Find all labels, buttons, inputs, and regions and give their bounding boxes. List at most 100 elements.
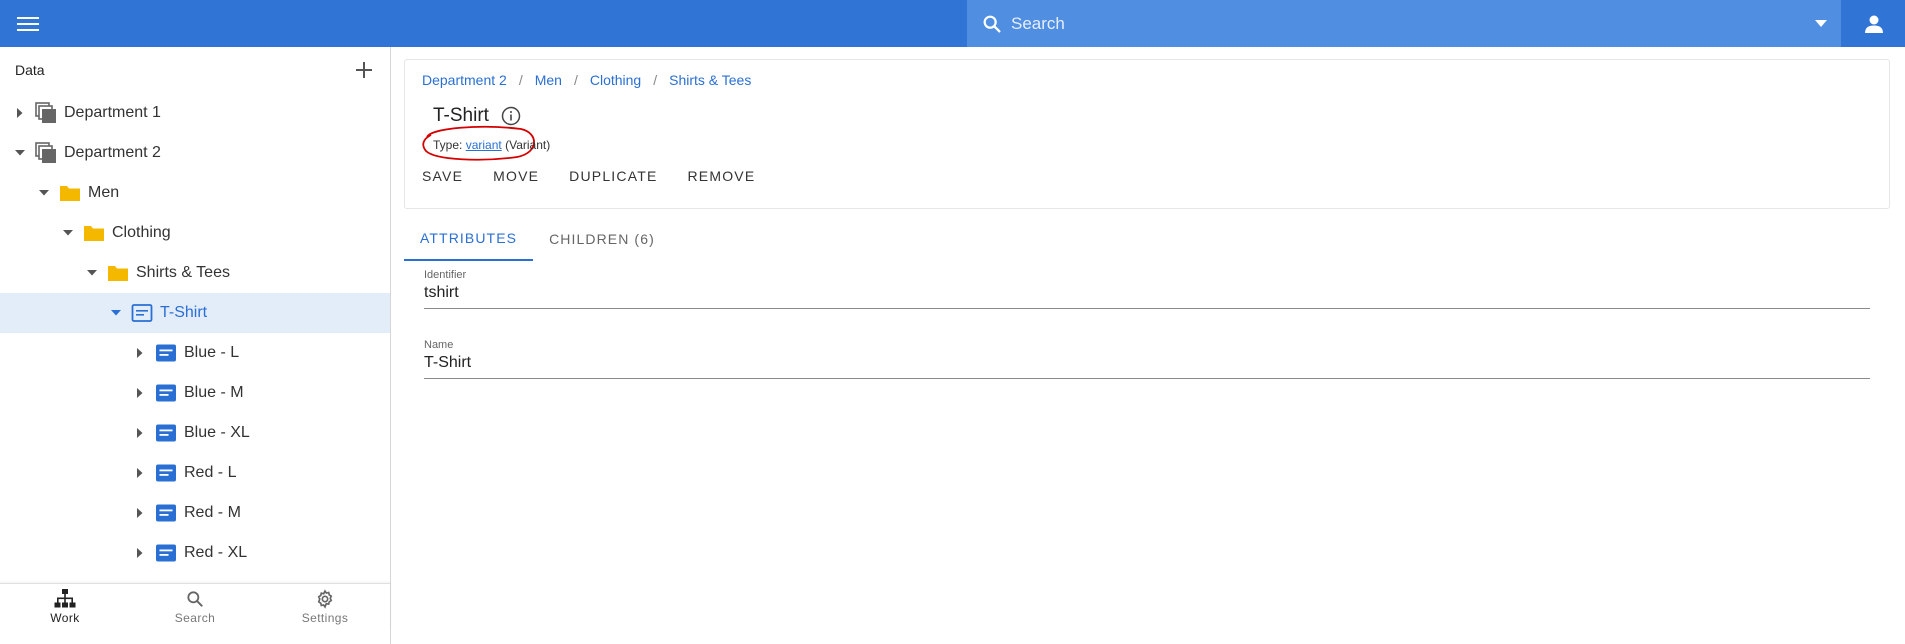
add-icon[interactable] [352,58,376,82]
tab-bar: ATTRIBUTES CHILDREN (6) [404,217,671,261]
name-field[interactable]: Name T-Shirt [424,339,1870,379]
name-value[interactable]: T-Shirt [424,354,1870,378]
gear-icon [317,588,333,609]
tree-item-label: Department 1 [64,104,161,121]
caret-right-icon[interactable] [130,463,150,483]
tree-item-label: Blue - L [184,344,240,361]
sidebar-header: Data [0,47,390,93]
nav-work-label: Work [50,610,80,625]
search-input[interactable] [1011,13,1801,34]
tree-item[interactable]: Clothing [0,213,390,253]
variant-icon [130,301,154,325]
item-icon [154,541,178,565]
nav-work[interactable]: Work [0,584,130,629]
hierarchy-icon [54,588,76,607]
caret-right-icon[interactable] [130,543,150,563]
caret-down-icon[interactable] [58,223,78,243]
tree-item[interactable]: T-Shirt [0,293,390,333]
item-icon [154,341,178,365]
duplicate-button[interactable]: DUPLICATE [569,168,657,184]
breadcrumb-separator: / [653,72,658,88]
breadcrumb-clothing[interactable]: Clothing [590,72,641,88]
tree-item-label: Department 2 [64,144,161,161]
search-icon [187,590,203,607]
tree-item[interactable]: Blue - L [0,333,390,373]
page-title: T-Shirt [433,105,489,126]
caret-right-icon[interactable] [130,343,150,363]
page-title-row: T-Shirt [433,105,521,127]
main-panel: Department 2 / Men / Clothing / Shirts &… [392,47,1905,644]
collection-icon [34,141,58,165]
tree-item-label: Shirts & Tees [136,264,230,281]
breadcrumb: Department 2 / Men / Clothing / Shirts &… [422,72,751,88]
tree-item-label: Blue - M [184,384,244,401]
account-icon[interactable] [1860,10,1888,38]
tab-children[interactable]: CHILDREN (6) [533,217,671,261]
save-button[interactable]: SAVE [422,168,463,184]
item-icon [154,461,178,485]
breadcrumb-separator: / [518,72,523,88]
tree-item[interactable]: Shirts & Tees [0,253,390,293]
tree-item[interactable]: Department 1 [0,93,390,133]
tree-item-label: Red - L [184,464,237,481]
breadcrumb-men[interactable]: Men [535,72,562,88]
tree-item[interactable]: Department 2 [0,133,390,173]
tree-item[interactable]: Blue - M [0,373,390,413]
search-bar [967,0,1841,47]
tree-item-label: Red - XL [184,544,248,561]
type-line: Type: variant (Variant) [433,138,550,152]
tree-item[interactable]: Men [0,173,390,213]
caret-right-icon[interactable] [130,423,150,443]
caret-right-icon[interactable] [130,503,150,523]
collection-icon [34,101,58,125]
type-suffix: (Variant) [505,138,551,152]
item-icon [154,381,178,405]
remove-button[interactable]: REMOVE [688,168,756,184]
nav-search[interactable]: Search [130,584,260,629]
sidebar-title: Data [15,62,45,78]
app-bar [0,0,1905,47]
nav-settings[interactable]: Settings [260,584,390,629]
nav-settings-label: Settings [301,610,349,625]
caret-down-icon[interactable] [10,143,30,163]
name-label: Name [424,339,454,351]
move-button[interactable]: MOVE [493,168,539,184]
tree-item-label: Red - M [184,504,241,521]
tab-attributes[interactable]: ATTRIBUTES [404,217,534,261]
breadcrumb-department-2[interactable]: Department 2 [422,72,507,88]
breadcrumb-shirts-tees[interactable]: Shirts & Tees [669,72,751,88]
item-icon [154,421,178,445]
menu-icon[interactable] [14,10,42,38]
sidebar: Data Department 1 Department 2 Men Clothing… [0,47,391,644]
search-icon [983,15,1001,33]
breadcrumb-separator: / [573,72,578,88]
bottom-nav: Work Search Settings [0,583,390,629]
tree-item[interactable]: Red - XL [0,533,390,573]
identifier-label: Identifier [424,269,467,281]
tree-item-label: Clothing [112,224,171,241]
info-icon[interactable] [501,106,521,126]
tree-item-label: Men [88,184,120,201]
type-link[interactable]: variant [466,138,502,152]
identifier-field[interactable]: Identifier tshirt [424,269,1870,309]
caret-down-icon[interactable] [106,303,126,323]
identifier-value[interactable]: tshirt [424,284,1870,308]
caret-down-icon[interactable] [34,183,54,203]
tree-item-label: T-Shirt [160,304,208,321]
caret-down-icon[interactable] [82,263,102,283]
nav-search-label: Search [174,610,216,625]
tree-item-label: Blue - XL [184,424,250,441]
folder-icon [106,261,130,285]
item-icon [154,501,178,525]
tree-item[interactable]: Red - L [0,453,390,493]
tree-item[interactable]: Red - M [0,493,390,533]
caret-right-icon[interactable] [130,383,150,403]
search-dropdown-icon[interactable] [1801,0,1841,47]
caret-right-icon[interactable] [10,103,30,123]
action-bar: SAVE MOVE DUPLICATE REMOVE [422,168,785,184]
tree-item[interactable]: Blue - XL [0,413,390,453]
folder-icon [82,221,106,245]
item-header-card: Department 2 / Men / Clothing / Shirts &… [404,59,1890,209]
folder-icon [58,181,82,205]
data-tree: Department 1 Department 2 Men Clothing Shirt… [0,93,390,573]
